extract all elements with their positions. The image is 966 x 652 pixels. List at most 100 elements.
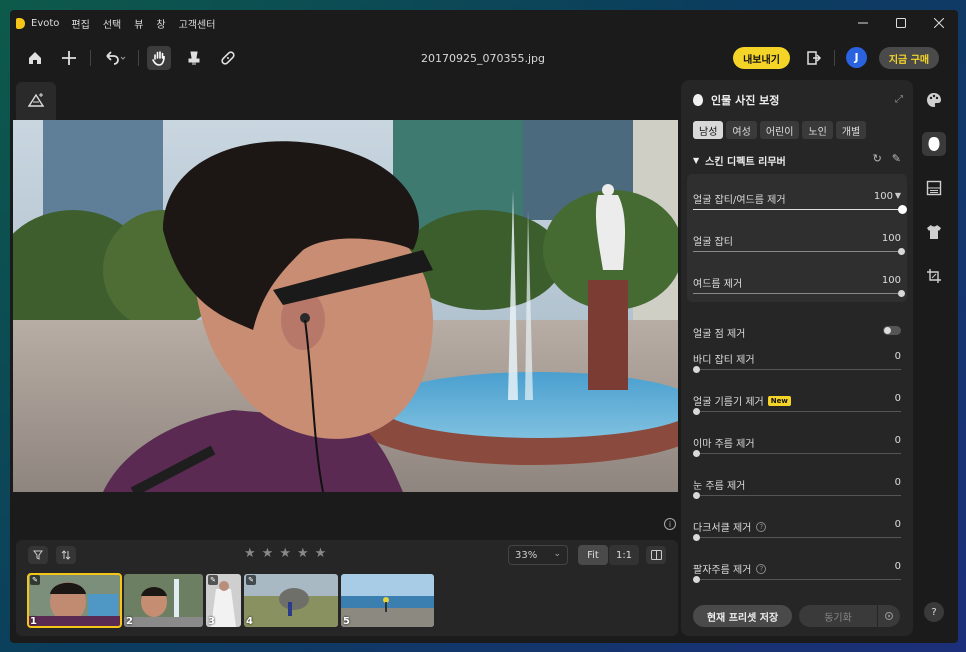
share-button[interactable] [802,46,826,70]
maximize-button[interactable] [882,10,920,36]
slider-track[interactable] [693,290,905,297]
save-preset-button[interactable]: 현재 프리셋 저장 [693,605,792,627]
undo-button[interactable] [100,46,130,70]
minimize-button[interactable] [844,10,882,36]
slider-value[interactable]: 100 [882,233,901,244]
filter-button[interactable] [28,546,48,564]
one-to-one-button[interactable]: 1:1 [609,545,639,565]
expand-icon[interactable]: ⤢ [895,94,903,105]
export-button[interactable]: 내보내기 [733,47,790,69]
info-icon[interactable]: i [664,518,676,530]
menu-view[interactable]: 뷰 [134,16,143,31]
menu-select[interactable]: 선택 [103,16,121,31]
slider-value[interactable]: 0 [895,519,901,530]
hand-tool-button[interactable] [147,46,171,70]
compare-button[interactable] [646,546,666,564]
star-icon[interactable]: ★ [297,546,309,561]
menu-window[interactable]: 창 [156,16,165,31]
slider-value[interactable]: 0 [895,477,901,488]
tshirt-icon [927,225,941,239]
tab-individual[interactable]: 개별 [835,121,867,139]
tab-child[interactable]: 어린이 [759,121,800,139]
star-icon[interactable]: ★ [279,546,291,561]
color-palette-button[interactable] [922,88,946,112]
thumbnail-image [124,574,203,627]
clothing-button[interactable] [922,220,946,244]
tab-female[interactable]: 여성 [726,121,757,139]
slider-value[interactable]: 0 [895,393,901,404]
main-toolbar: 20170925_070355.jpg 내보내기 J 지금 구매 [10,42,958,74]
mole-removal-toggle[interactable] [883,326,901,335]
slider-value[interactable]: 100 [882,275,901,286]
slider-value[interactable]: 0 [895,435,901,446]
crop-button[interactable] [922,264,946,288]
chevron-down-icon[interactable]: ▼ [895,191,901,200]
slider-label: 다크서클 제거 [693,523,752,534]
slider-value[interactable]: 100 [874,191,893,202]
thumbnail[interactable]: 5 [341,574,434,627]
slider-label: 여드름 제거 [693,279,743,290]
slider-track[interactable] [693,408,901,415]
portrait-retouch-button[interactable] [922,132,946,156]
slider-track[interactable] [693,576,901,583]
slider-track[interactable] [693,492,901,499]
chevron-down-icon: ⌄ [553,549,561,559]
slider-track[interactable] [693,205,907,214]
thumbnail[interactable]: ✎ 3 [206,574,241,627]
title-bar: Evoto 편집 선택 뷰 창 고객센터 [10,10,958,36]
fit-button[interactable]: Fit [578,545,608,565]
slider-knob[interactable] [693,366,700,373]
help-icon[interactable]: ? [756,521,767,532]
slider-track[interactable] [693,534,901,541]
background-button[interactable] [922,176,946,200]
tab-male[interactable]: 남성 [693,121,724,139]
slider-fill [693,293,901,294]
slider-knob[interactable] [693,408,700,415]
star-icon[interactable]: ★ [244,546,256,561]
star-icon[interactable]: ★ [262,546,274,561]
healing-tool-button[interactable] [216,46,240,70]
menu-edit[interactable]: 편집 [71,16,89,31]
edit-brush-icon[interactable]: ✎ [892,152,901,165]
sort-button[interactable] [56,546,76,564]
slider-knob[interactable] [693,492,700,499]
thumbnail[interactable]: 2 [124,574,203,627]
crop-icon [927,269,941,283]
slider-knob[interactable] [898,205,907,214]
slider-knob[interactable] [898,290,905,297]
star-rating[interactable]: ★ ★ ★ ★ ★ [244,546,326,561]
section-header[interactable]: ▼ 스킨 디펙트 리무버 [693,153,786,168]
plus-icon [62,51,76,65]
photo-canvas[interactable] [13,120,678,492]
close-button[interactable] [920,10,958,36]
slider-track[interactable] [693,366,901,373]
menu-support[interactable]: 고객센터 [179,16,216,31]
auto-adjust-button[interactable] [24,88,48,112]
tab-senior[interactable]: 노인 [802,121,833,139]
stamp-icon [188,51,200,65]
sync-button[interactable]: 동기화 [799,605,877,627]
help-button[interactable]: ? [924,602,944,622]
buy-now-button[interactable]: 지금 구매 [879,47,939,69]
add-button[interactable] [57,46,81,70]
home-button[interactable] [23,46,47,70]
slider-knob[interactable] [898,248,905,255]
help-icon[interactable]: ? [756,563,767,574]
thumbnail-number: 5 [343,616,350,627]
star-icon[interactable]: ★ [315,546,327,561]
sync-settings-button[interactable] [878,605,900,627]
slider-track[interactable] [693,248,905,255]
zoom-select[interactable]: 33% ⌄ [508,545,568,565]
slider-value[interactable]: 0 [895,561,901,572]
user-avatar[interactable]: J [846,47,867,68]
slider-track[interactable] [693,450,901,457]
slider-knob[interactable] [693,576,700,583]
slider-value[interactable]: 0 [895,351,901,362]
thumbnail[interactable]: ✎ 1 [27,573,122,628]
thumbnail[interactable]: ✎ 4 [244,574,338,627]
clone-stamp-button[interactable] [182,46,206,70]
reset-icon[interactable]: ↻ [873,152,882,165]
slider-knob[interactable] [693,534,700,541]
thumbnail-strip: ✎ 1 2 ✎ 3 ✎ 4 5 [27,573,434,628]
slider-knob[interactable] [693,450,700,457]
